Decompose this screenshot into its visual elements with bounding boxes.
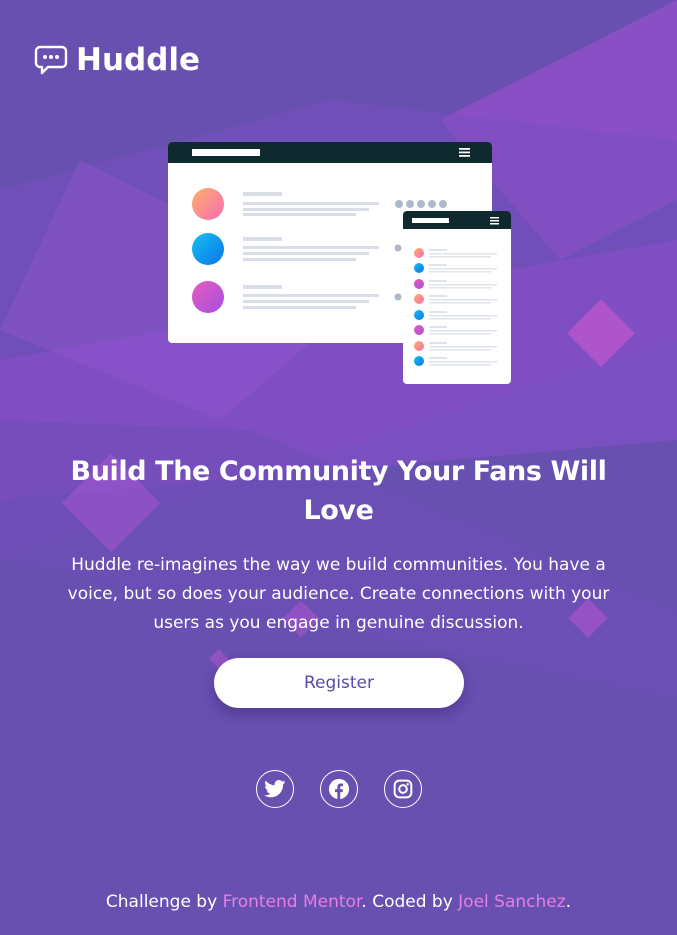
social-links	[0, 770, 677, 808]
footer-attribution: Challenge by Frontend Mentor. Coded by J…	[0, 892, 677, 912]
facebook-link[interactable]	[319, 770, 358, 808]
frontend-mentor-link[interactable]: Frontend Mentor	[223, 892, 362, 912]
footer-middle: . Coded by	[361, 892, 459, 912]
instagram-link[interactable]	[383, 770, 422, 808]
footer-suffix: .	[565, 892, 572, 912]
author-link[interactable]: Joel Sanchez	[458, 892, 566, 912]
footer-prefix: Challenge by	[105, 892, 223, 912]
twitter-link[interactable]	[255, 770, 294, 808]
page: Huddle Build The Community Your Fans Wil…	[0, 0, 677, 935]
hero-description: Huddle re-imagines the way we build comm…	[67, 555, 610, 633]
twitter-icon	[263, 780, 285, 798]
register-button[interactable]: Register	[214, 658, 464, 708]
hero-title: Build The Community Your Fans Will Love	[70, 456, 607, 526]
hero-illustration	[168, 142, 511, 384]
facebook-icon	[328, 778, 349, 800]
instagram-icon	[393, 779, 412, 799]
